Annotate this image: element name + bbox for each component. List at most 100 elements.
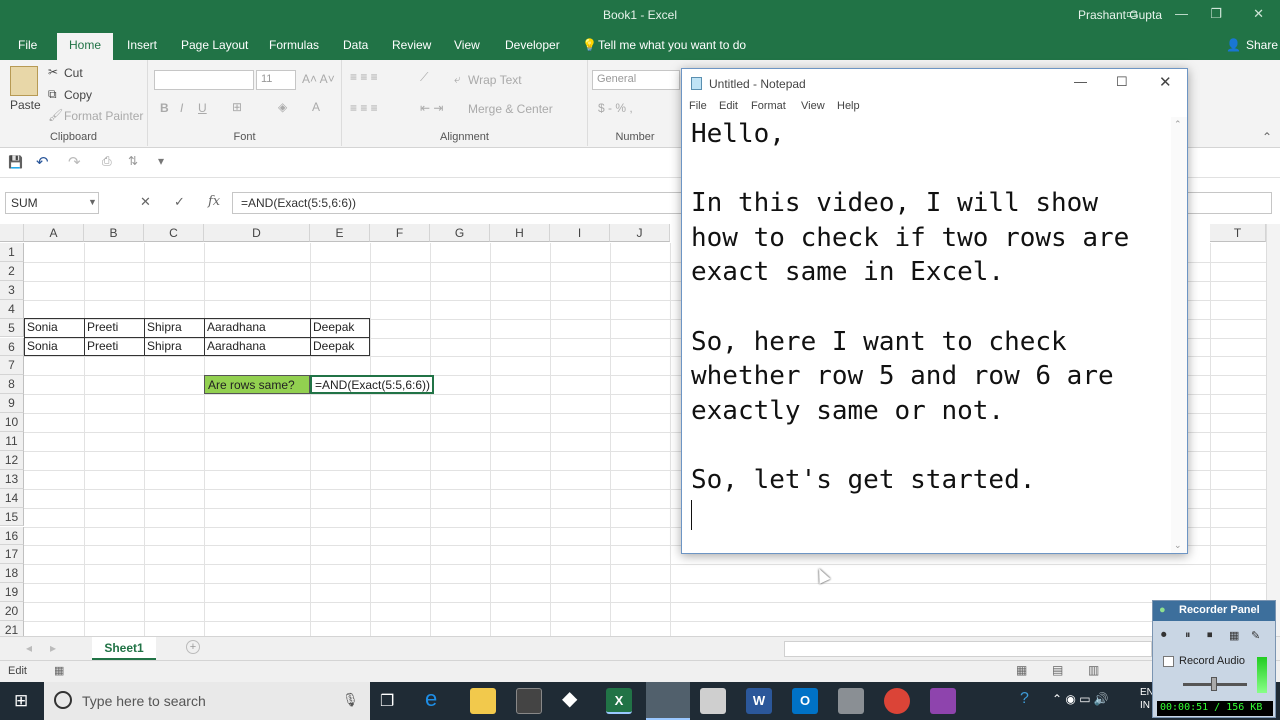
enter-icon[interactable]: ✓: [174, 194, 185, 210]
word-icon[interactable]: W: [746, 688, 772, 714]
horizontal-scrollbar[interactable]: [784, 641, 1152, 657]
row-header[interactable]: 5: [0, 318, 24, 338]
close-icon[interactable]: ✕: [1159, 73, 1172, 91]
wrap-text-button[interactable]: Wrap Text: [468, 73, 522, 87]
edge-icon[interactable]: e: [425, 686, 451, 712]
font-name-box[interactable]: [154, 70, 254, 90]
search-box[interactable]: Type here to search 🎙: [44, 682, 370, 720]
row-header[interactable]: 3: [0, 280, 24, 300]
tab-insert[interactable]: Insert: [127, 38, 157, 52]
bold-icon[interactable]: B: [160, 101, 169, 115]
tell-me-box[interactable]: Tell me what you want to do: [598, 38, 746, 52]
cell-b6[interactable]: Preeti: [84, 337, 118, 355]
row-header[interactable]: 21: [0, 621, 24, 636]
fill-color-icon[interactable]: ◈: [278, 100, 287, 114]
close-icon[interactable]: ✕: [1253, 6, 1264, 22]
tab-review[interactable]: Review: [392, 38, 431, 52]
cell-e8-active[interactable]: =AND(Exact(5:5,6:6)): [310, 375, 434, 394]
page-break-view-icon[interactable]: ▥: [1088, 663, 1099, 677]
scroll-up-icon[interactable]: ⌃: [1174, 119, 1182, 130]
row-header[interactable]: 15: [0, 507, 24, 527]
cell-c5[interactable]: Shipra: [144, 318, 182, 336]
record-audio-checkbox[interactable]: [1163, 656, 1174, 667]
dropbox-icon[interactable]: ◆: [562, 686, 588, 712]
pause-button[interactable]: ⏸: [1185, 629, 1191, 642]
record-button[interactable]: ⏺: [1161, 629, 1167, 642]
cell-d6[interactable]: Aaradhana: [204, 337, 266, 355]
column-header[interactable]: T: [1210, 224, 1266, 242]
cell-b5[interactable]: Preeti: [84, 318, 118, 336]
row-header[interactable]: 10: [0, 413, 24, 432]
collapse-ribbon-icon[interactable]: ⌃: [1262, 130, 1272, 144]
save-icon[interactable]: 💾: [8, 155, 23, 169]
scroll-down-icon[interactable]: ⌄: [1174, 540, 1182, 551]
column-header[interactable]: E: [310, 224, 370, 242]
menu-view[interactable]: View: [801, 100, 825, 112]
paste-button[interactable]: Paste: [10, 98, 41, 112]
number-format-box[interactable]: General: [592, 70, 680, 90]
normal-view-icon[interactable]: ▦: [1016, 663, 1027, 677]
insert-function-icon[interactable]: fx: [208, 194, 220, 209]
cell-d8[interactable]: Are rows same?: [204, 375, 310, 394]
row-header[interactable]: 17: [0, 545, 24, 565]
next-sheet-icon[interactable]: ▸: [50, 641, 56, 655]
undo-icon[interactable]: ↶: [36, 153, 49, 171]
row-header[interactable]: 1: [0, 243, 24, 262]
row-header[interactable]: 9: [0, 394, 24, 414]
row-header[interactable]: 6: [0, 337, 24, 357]
orientation-icon[interactable]: ⟋: [420, 70, 428, 85]
column-header[interactable]: A: [24, 224, 84, 242]
tab-developer[interactable]: Developer: [505, 38, 560, 52]
select-all-corner[interactable]: [0, 224, 24, 242]
redo-icon[interactable]: ↷: [68, 153, 81, 171]
tray-icons[interactable]: ⌃ ◉ ▭ 🔊: [1052, 692, 1109, 706]
row-header[interactable]: 7: [0, 356, 24, 376]
row-header[interactable]: 4: [0, 299, 24, 319]
customize-qat-icon[interactable]: ▾: [158, 154, 164, 168]
user-name[interactable]: Prashant Gupta: [1078, 8, 1162, 22]
cell-e5[interactable]: Deepak: [310, 318, 354, 336]
column-header[interactable]: C: [144, 224, 204, 242]
menu-file[interactable]: File: [689, 100, 707, 112]
row-header[interactable]: 14: [0, 488, 24, 508]
tab-view[interactable]: View: [454, 38, 480, 52]
print-preview-icon[interactable]: ⎙: [102, 154, 112, 169]
row-header[interactable]: 12: [0, 450, 24, 470]
top-align-icon[interactable]: ≡ ≡ ≡: [350, 70, 378, 84]
notepad-text-area[interactable]: Hello, In this video, I will show how to…: [691, 117, 1171, 547]
column-header[interactable]: J: [610, 224, 670, 242]
cell-c6[interactable]: Shipra: [144, 337, 182, 355]
windows-start-icon[interactable]: ⊞: [14, 691, 28, 711]
tab-file[interactable]: File: [18, 38, 37, 52]
tab-page-layout[interactable]: Page Layout: [181, 38, 248, 52]
notepad-title-bar[interactable]: Untitled - Notepad — ☐ ✕: [682, 69, 1187, 98]
tab-home[interactable]: Home: [57, 33, 114, 60]
file-explorer-icon[interactable]: [470, 688, 496, 714]
column-header[interactable]: F: [370, 224, 430, 242]
font-size-box[interactable]: 11: [256, 70, 296, 90]
stop-button[interactable]: ⏹: [1207, 629, 1213, 642]
chrome-icon[interactable]: [884, 688, 910, 714]
recorder-app-icon[interactable]: [930, 688, 956, 714]
cell-d5[interactable]: Aaradhana: [204, 318, 266, 336]
row-header[interactable]: 11: [0, 432, 24, 451]
copy-button[interactable]: Copy: [64, 88, 92, 102]
notepad-taskbar-icon[interactable]: [646, 682, 690, 720]
cut-button[interactable]: Cut: [64, 66, 83, 80]
help-icon[interactable]: ?: [1020, 690, 1029, 708]
maximize-icon[interactable]: ☐: [1116, 74, 1128, 90]
minimize-icon[interactable]: —: [1175, 6, 1188, 21]
cancel-icon[interactable]: ✕: [140, 194, 151, 210]
row-header[interactable]: 2: [0, 261, 24, 281]
add-sheet-icon[interactable]: +: [186, 640, 200, 654]
maximize-icon[interactable]: ❐: [1210, 6, 1222, 22]
column-header[interactable]: H: [490, 224, 550, 242]
ribbon-display-icon[interactable]: ▭: [1126, 6, 1138, 22]
cell-a5[interactable]: Sonia: [24, 318, 58, 336]
notepad-scrollbar[interactable]: ⌃ ⌄: [1171, 117, 1187, 553]
sheet-tab-sheet1[interactable]: Sheet1: [92, 637, 156, 660]
paste-icon[interactable]: [10, 66, 38, 96]
settings-icon[interactable]: ▦: [1229, 629, 1239, 642]
menu-help[interactable]: Help: [837, 100, 860, 112]
format-painter-button[interactable]: Format Painter: [64, 109, 143, 123]
